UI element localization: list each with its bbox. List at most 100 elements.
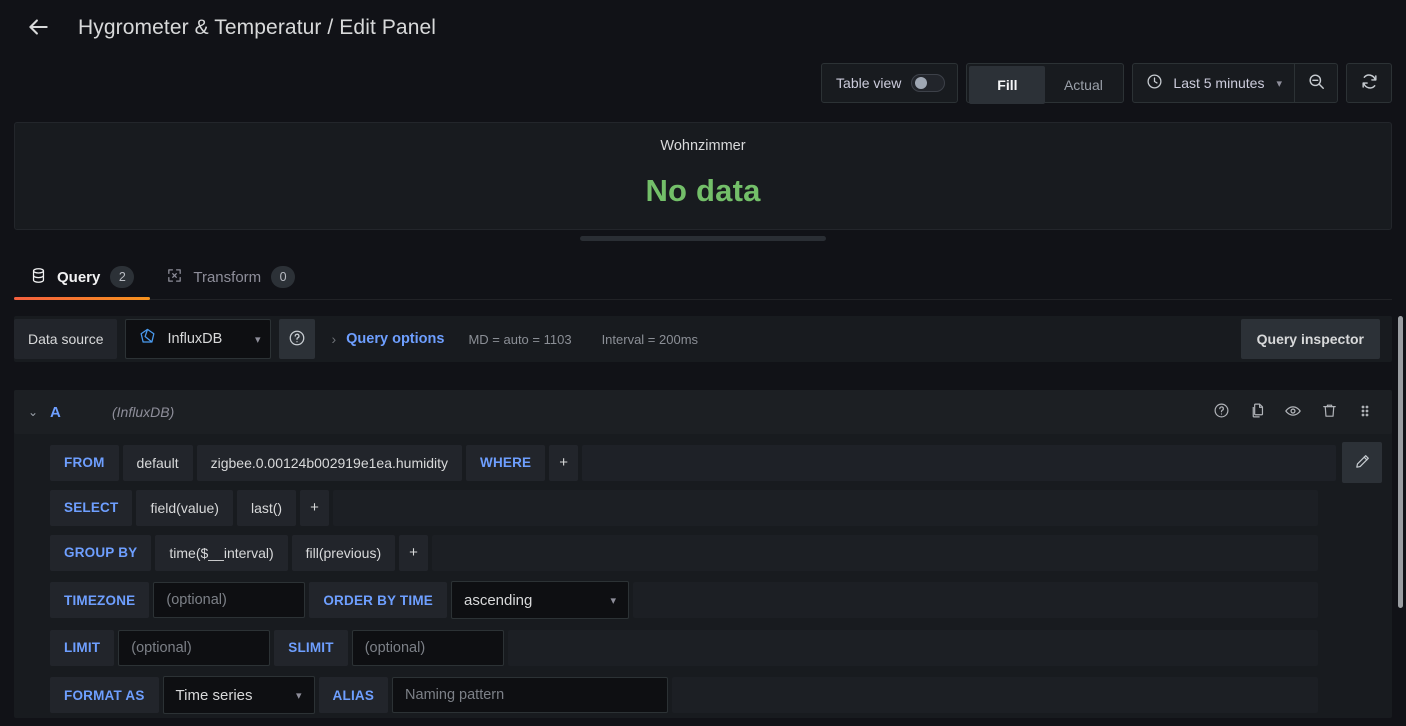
from-policy[interactable]: default — [122, 444, 193, 481]
panel-toolbar: Table view Fill Actual Last 5 minutes ▾ — [0, 56, 1406, 110]
clock-icon — [1146, 73, 1163, 93]
tab-query[interactable]: Query 2 — [14, 266, 151, 300]
timezone-row-filler — [632, 582, 1318, 618]
pencil-icon — [1354, 453, 1371, 473]
query-ref-id[interactable]: A — [50, 404, 112, 421]
order-by-time-select[interactable]: ascending ▾ — [450, 581, 629, 619]
query-field-rows: FROM default zigbee.0.00124b002919e1ea.h… — [14, 434, 1392, 718]
page-title: Hygrometer & Temperatur / Edit Panel — [78, 16, 437, 39]
format-as-key[interactable]: FORMAT AS — [50, 677, 159, 713]
table-view-control[interactable]: Table view — [821, 63, 959, 103]
group-by-key[interactable]: GROUP BY — [50, 534, 152, 571]
chevron-right-icon[interactable]: › — [331, 331, 336, 347]
tab-query-label: Query — [57, 268, 101, 286]
chevron-down-icon: ▾ — [1276, 77, 1282, 90]
select-field[interactable]: field(value) — [136, 489, 233, 526]
where-key[interactable]: WHERE — [466, 444, 546, 481]
query-datasource-note: (InfluxDB) — [112, 404, 175, 420]
where-add-button[interactable]: + — [549, 444, 579, 481]
back-button[interactable] — [18, 8, 58, 48]
time-range-picker[interactable]: Last 5 minutes ▾ — [1133, 64, 1294, 102]
limit-input[interactable] — [118, 629, 271, 666]
format-as-select[interactable]: Time series ▾ — [162, 676, 315, 714]
duplicate-query-button[interactable] — [1242, 397, 1272, 427]
tab-transform[interactable]: Transform 0 — [150, 266, 311, 299]
datasource-picker[interactable]: InfluxDB ▾ — [125, 319, 272, 359]
collapse-chevron-icon[interactable]: ⌄ — [28, 405, 50, 419]
select-row-filler — [332, 489, 1318, 526]
influxdb-logo-icon — [138, 327, 157, 351]
select-row: SELECT field(value) last() + — [14, 487, 1392, 528]
group-by-row-filler — [431, 534, 1318, 571]
query-options-toggle[interactable]: Query options — [346, 331, 444, 347]
from-measurement[interactable]: zigbee.0.00124b002919e1ea.humidity — [196, 444, 463, 481]
toggle-knob — [915, 77, 928, 89]
toggle-text-edit-mode-button[interactable] — [1342, 442, 1382, 483]
query-row-header: ⌄ A (InfluxDB) — [14, 390, 1392, 434]
chevron-down-icon: ▾ — [610, 594, 616, 607]
alias-key[interactable]: ALIAS — [318, 677, 389, 713]
drag-query-handle[interactable] — [1350, 397, 1380, 427]
query-row-actions — [1206, 397, 1386, 427]
panel-no-data-text: No data — [645, 173, 761, 208]
active-tab-underline — [14, 297, 151, 300]
select-function[interactable]: last() — [236, 489, 297, 526]
page-header: Hygrometer & Temperatur / Edit Panel — [0, 0, 1406, 56]
toggle-query-visibility-button[interactable] — [1278, 397, 1308, 427]
limit-slimit-row: LIMIT SLIMIT — [14, 627, 1392, 668]
fill-button[interactable]: Fill — [969, 66, 1046, 104]
select-add-button[interactable]: + — [300, 489, 329, 526]
timezone-key[interactable]: TIMEZONE — [50, 582, 150, 618]
refresh-button[interactable] — [1348, 64, 1390, 102]
group-by-row: GROUP BY time($__interval) fill(previous… — [14, 532, 1392, 573]
query-help-button[interactable] — [1206, 397, 1236, 427]
format-alias-row: FORMAT AS Time series ▾ ALIAS — [14, 672, 1392, 718]
chevron-down-icon: ▾ — [296, 689, 302, 702]
editor-scrollbar-thumb[interactable] — [1398, 316, 1403, 608]
table-view-label: Table view — [836, 75, 902, 91]
query-options-area: › Query options MD = auto = 1103 Interva… — [331, 331, 1240, 347]
datasource-help-button[interactable] — [279, 319, 316, 359]
table-view-toggle[interactable] — [911, 74, 946, 92]
datasource-name: InfluxDB — [167, 331, 223, 347]
from-row: FROM default zigbee.0.00124b002919e1ea.h… — [14, 442, 1392, 483]
panel-resize-handle[interactable] — [580, 236, 826, 241]
remove-query-button[interactable] — [1314, 397, 1344, 427]
slimit-input[interactable] — [351, 629, 504, 666]
zoom-out-button[interactable] — [1295, 64, 1337, 102]
fill-actual-group: Fill Actual — [966, 63, 1125, 104]
group-by-fill[interactable]: fill(previous) — [291, 534, 396, 571]
refresh-group — [1346, 63, 1392, 103]
limit-row-filler — [507, 629, 1318, 666]
max-data-points-info: MD = auto = 1103 — [468, 331, 572, 347]
order-by-time-value: ascending — [463, 591, 533, 609]
from-row-filler — [582, 444, 1336, 481]
order-by-time-key[interactable]: ORDER BY TIME — [309, 582, 447, 618]
panel-preview-title: Wohnzimmer — [660, 138, 746, 154]
drag-handle-icon — [1357, 403, 1373, 422]
group-by-time[interactable]: time($__interval) — [155, 534, 288, 571]
datasource-row: Data source InfluxDB ▾ › Query options M… — [14, 316, 1392, 362]
query-inspector-button[interactable]: Query inspector — [1240, 319, 1380, 359]
slimit-key[interactable]: SLIMIT — [274, 629, 348, 666]
help-circle-icon — [1213, 402, 1230, 422]
actual-button[interactable]: Actual — [1045, 66, 1121, 104]
panel-preview: Wohnzimmer No data — [14, 122, 1392, 230]
limit-key[interactable]: LIMIT — [50, 629, 115, 666]
query-editor-body: Data source InfluxDB ▾ › Query options M… — [14, 316, 1392, 726]
zoom-out-icon — [1307, 72, 1326, 94]
trash-icon — [1321, 402, 1338, 422]
timezone-input[interactable] — [153, 582, 306, 618]
select-key[interactable]: SELECT — [50, 489, 133, 526]
refresh-icon — [1360, 72, 1379, 94]
editor-tabs: Query 2 Transform 0 — [14, 256, 1392, 300]
alias-input[interactable] — [392, 677, 669, 713]
time-range-value: Last 5 minutes — [1173, 75, 1265, 91]
group-by-add-button[interactable]: + — [399, 534, 428, 571]
from-key[interactable]: FROM — [50, 444, 119, 481]
copy-icon — [1249, 402, 1266, 422]
format-as-value: Time series — [175, 686, 253, 704]
transform-icon — [166, 267, 183, 287]
interval-info: Interval = 200ms — [601, 331, 699, 347]
tab-query-badge: 2 — [110, 266, 135, 288]
